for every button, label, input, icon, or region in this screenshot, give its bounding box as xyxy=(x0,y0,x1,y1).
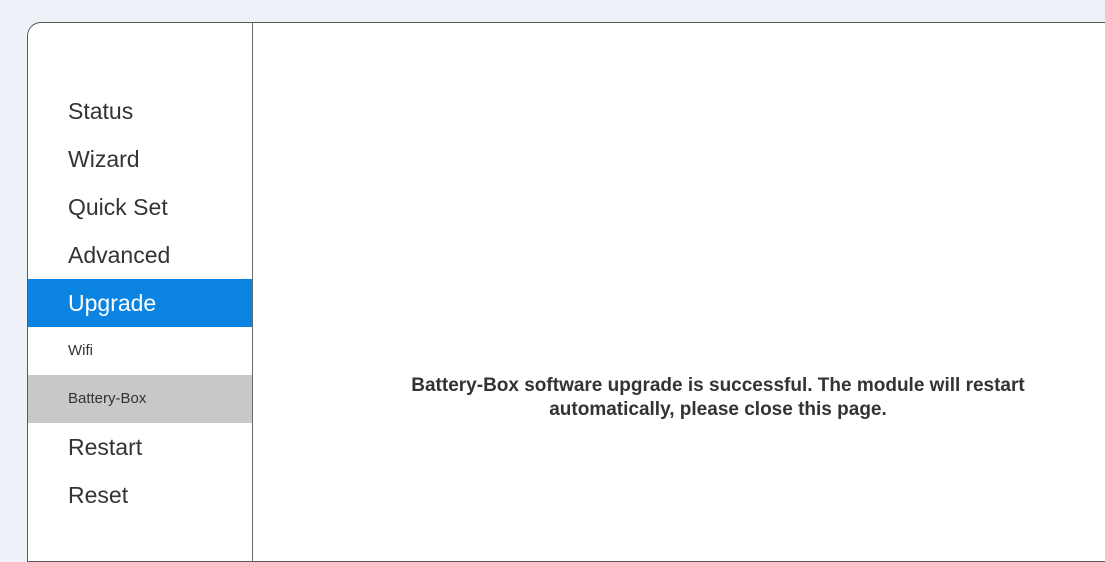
sidebar-item-advanced[interactable]: Advanced xyxy=(28,231,252,279)
sidebar-subitem-wifi[interactable]: Wifi xyxy=(28,327,252,375)
sidebar: Status Wizard Quick Set Advanced Upgrade… xyxy=(28,23,253,561)
sidebar-item-status[interactable]: Status xyxy=(28,87,252,135)
upgrade-success-message: Battery-Box software upgrade is successf… xyxy=(411,375,1025,420)
sidebar-item-quick-set[interactable]: Quick Set xyxy=(28,183,252,231)
sidebar-item-wizard[interactable]: Wizard xyxy=(28,135,252,183)
content-area: Battery-Box software upgrade is successf… xyxy=(253,23,1105,561)
sidebar-item-reset[interactable]: Reset xyxy=(28,471,252,519)
sidebar-item-upgrade[interactable]: Upgrade xyxy=(28,279,252,327)
sidebar-subitem-battery-box[interactable]: Battery-Box xyxy=(28,375,252,423)
sidebar-item-restart[interactable]: Restart xyxy=(28,423,252,471)
main-panel: Status Wizard Quick Set Advanced Upgrade… xyxy=(27,22,1105,562)
sidebar-nav: Status Wizard Quick Set Advanced Upgrade… xyxy=(28,87,252,519)
